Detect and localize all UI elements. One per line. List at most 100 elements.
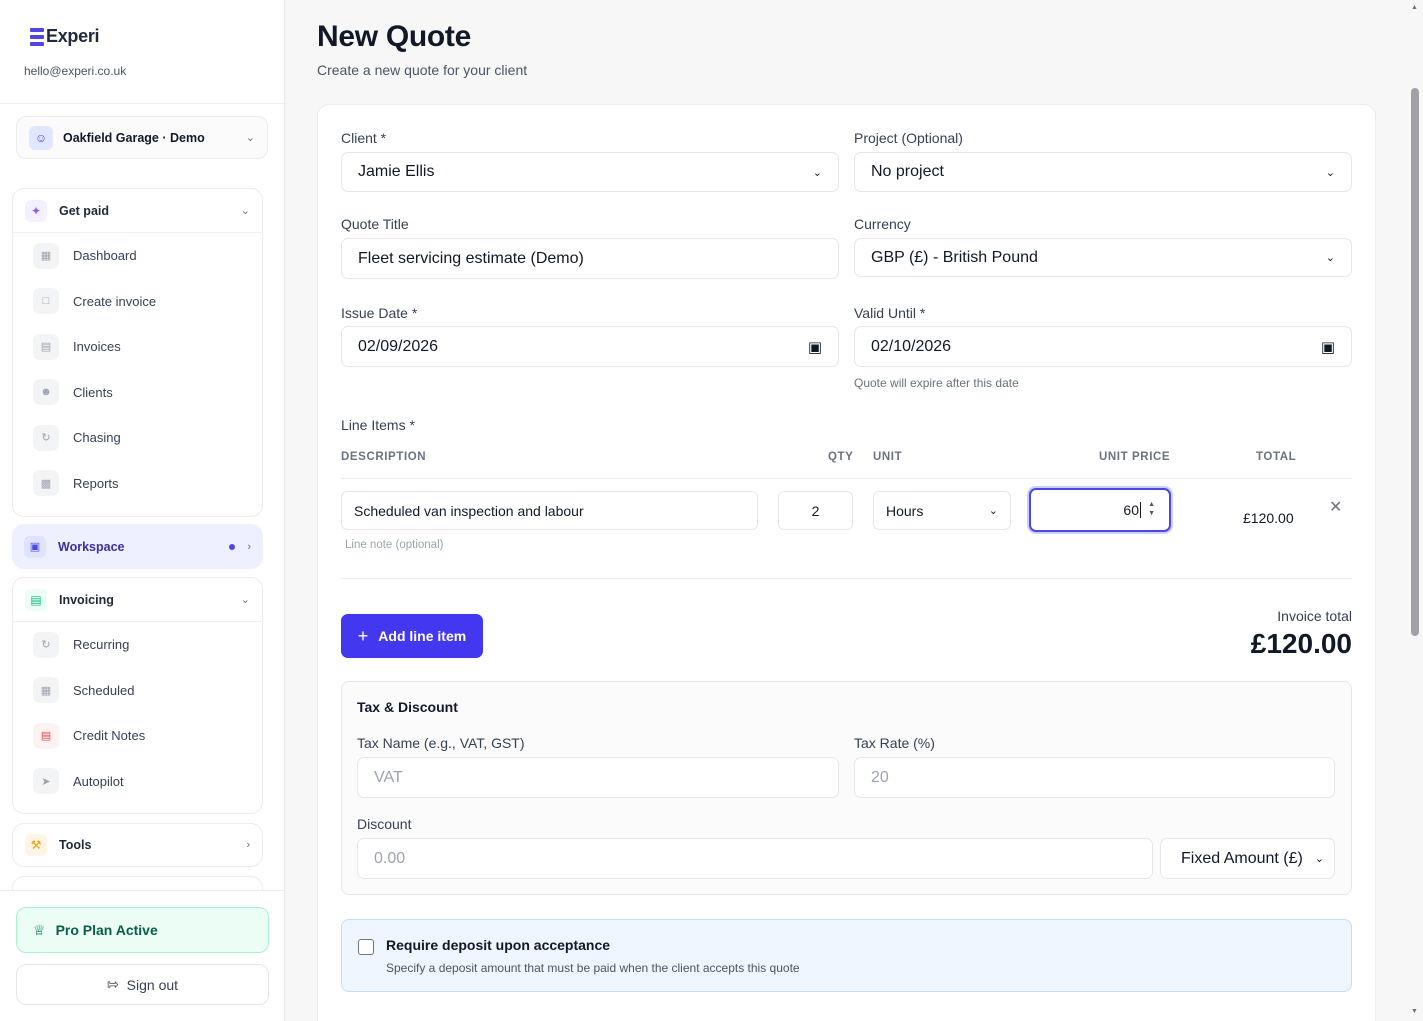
sidebar-item-credit-notes[interactable]: ▤ Credit Notes [13, 713, 262, 759]
sidebar-item-dashboard[interactable]: ▦ Dashboard [13, 233, 262, 279]
sign-out-label: Sign out [126, 976, 179, 993]
scrollbar-thumb[interactable] [1411, 88, 1419, 636]
client-select[interactable]: Jamie Ellis ⌄ [341, 152, 839, 192]
wrench-icon: ⚒ [25, 834, 47, 856]
user-icon: ☺ [29, 125, 53, 150]
add-line-item-button[interactable]: + Add line item [341, 614, 483, 658]
column-header-unit: UNIT [873, 451, 903, 463]
tax-name-label: Tax Name (e.g., VAT, GST) [357, 735, 525, 751]
org-switcher[interactable]: ☺ Oakfield Garage · Demo ⌄ [16, 116, 268, 159]
nav-group-get-paid: ✦ Get paid ⌄ ▦ Dashboard □ Create invoic… [12, 188, 263, 517]
sparkle-icon: ✦ [25, 199, 47, 222]
pro-plan-label: Pro Plan Active [55, 922, 158, 938]
document-icon: ▤ [25, 588, 47, 611]
calendar-icon[interactable]: ▣ [1321, 338, 1335, 356]
add-line-item-label: Add line item [378, 628, 467, 644]
currency-select[interactable]: GBP (£) - British Pound ⌄ [854, 238, 1352, 277]
discount-type-select[interactable]: Fixed Amount (£) ⌄ [1160, 838, 1335, 879]
chevron-down-icon: ⌄ [240, 205, 250, 217]
page-title: New Quote [317, 20, 471, 53]
chevron-right-icon: › [246, 839, 250, 851]
invoice-total-value: £120.00 [1250, 628, 1352, 659]
tax-discount-title: Tax & Discount [357, 699, 458, 715]
sidebar-item-create-invoice[interactable]: □ Create invoice [13, 279, 262, 325]
sign-out-icon: ⇰ [106, 976, 119, 992]
sidebar-item-workspace[interactable]: ▣ Workspace › [12, 524, 263, 569]
credit-note-icon: ▤ [33, 722, 59, 749]
tax-rate-label: Tax Rate (%) [854, 735, 935, 751]
currency-value: GBP (£) - British Pound [871, 248, 1038, 266]
line-unit-select[interactable]: Hours ⌄ [873, 491, 1011, 530]
calendar-icon[interactable]: ▣ [808, 338, 822, 356]
rocket-icon: ➤ [33, 768, 59, 795]
account-email: hello@experi.co.uk [24, 64, 127, 78]
sidebar-item-autopilot[interactable]: ➤ Autopilot [13, 759, 262, 805]
divider [0, 103, 284, 104]
folder-icon: ▣ [24, 535, 46, 558]
sidebar-item-label: Credit Notes [73, 728, 146, 744]
line-qty-input[interactable]: 2 [778, 491, 853, 530]
tax-name-input[interactable]: VAT [357, 757, 839, 798]
quote-title-label: Quote Title [341, 216, 409, 232]
refresh-icon: ↻ [33, 631, 59, 658]
nav-group-header-get-paid[interactable]: ✦ Get paid ⌄ [13, 189, 262, 233]
scroll-up-icon[interactable]: ▲ [1411, 4, 1418, 11]
column-header-description: DESCRIPTION [341, 451, 427, 463]
nav-group-invoicing: ▤ Invoicing ⌄ ↻ Recurring ▦ Scheduled ▤ … [12, 577, 263, 814]
sidebar-item-label: Invoices [73, 339, 121, 355]
valid-until-hint: Quote will expire after this date [854, 376, 1019, 390]
project-select[interactable]: No project ⌄ [854, 152, 1352, 192]
line-unit-value: Hours [886, 502, 924, 519]
issue-date-input[interactable]: 02/09/2026 ▣ [341, 326, 839, 367]
nav-group-tools[interactable]: ⚒ Tools › [12, 823, 263, 867]
pro-plan-badge[interactable]: ♕ Pro Plan Active [16, 907, 269, 953]
brand-logo[interactable]: Experi [30, 26, 100, 47]
currency-label: Currency [854, 216, 911, 232]
number-spinner-icon[interactable]: ▲ ▼ [1148, 500, 1155, 518]
sidebar: Experi hello@experi.co.uk ☺ Oakfield Gar… [0, 0, 285, 1021]
line-note-input[interactable]: Line note (optional) [345, 539, 443, 551]
line-description-value: Scheduled van inspection and labour [354, 502, 584, 519]
invoice-total-label: Invoice total [1277, 608, 1352, 624]
workspace-label: Workspace [58, 539, 125, 554]
issue-date-label: Issue Date * [341, 305, 418, 321]
sidebar-item-invoices[interactable]: ▤ Invoices [13, 324, 262, 370]
nav-group-label: Invoicing [59, 592, 114, 607]
quote-title-input[interactable]: Fleet servicing estimate (Demo) [341, 238, 839, 279]
sign-out-button[interactable]: ⇰ Sign out [16, 964, 269, 1005]
chevron-down-icon: ⌄ [1325, 252, 1335, 264]
line-description-input[interactable]: Scheduled van inspection and labour [341, 491, 758, 530]
discount-input[interactable]: 0.00 [357, 838, 1153, 879]
page-scrollbar[interactable]: ▲ ▼ [1408, 0, 1423, 1021]
sidebar-item-label: Clients [73, 384, 113, 400]
client-label: Client * [341, 130, 387, 146]
column-header-unit-price: UNIT PRICE [1099, 451, 1171, 463]
sidebar-item-label: Create invoice [73, 293, 157, 309]
line-qty-value: 2 [811, 502, 820, 519]
require-deposit-checkbox[interactable] [358, 939, 374, 955]
sidebar-item-label: Scheduled [73, 682, 135, 698]
scroll-down-icon[interactable]: ▼ [1411, 1008, 1418, 1015]
sidebar-item-chasing[interactable]: ↻ Chasing [13, 415, 262, 461]
nav-group-header-invoicing[interactable]: ▤ Invoicing ⌄ [13, 578, 262, 622]
discount-label: Discount [357, 816, 412, 832]
sidebar-item-scheduled[interactable]: ▦ Scheduled [13, 668, 262, 714]
quote-title-value: Fleet servicing estimate (Demo) [358, 249, 584, 267]
valid-until-input[interactable]: 02/10/2026 ▣ [854, 326, 1352, 367]
chevron-down-icon: ⌄ [988, 505, 998, 517]
line-items-divider [341, 578, 1352, 579]
discount-placeholder: 0.00 [374, 849, 406, 867]
sidebar-item-clients[interactable]: ☻ Clients [13, 370, 262, 416]
chevron-down-icon: ⌄ [1325, 166, 1335, 179]
chevron-down-icon: ⌄ [245, 132, 255, 144]
column-header-total: TOTAL [1256, 451, 1297, 463]
sidebar-item-recurring[interactable]: ↻ Recurring [13, 622, 262, 668]
valid-until-value: 02/10/2026 [871, 337, 952, 355]
plus-icon: + [357, 625, 369, 646]
remove-line-icon[interactable]: ✕ [1329, 497, 1342, 517]
users-icon: ☻ [33, 379, 59, 406]
line-items-label: Line Items * [341, 417, 415, 433]
tax-rate-input[interactable]: 20 [854, 757, 1335, 798]
line-unit-price-input[interactable]: 60 ▲ ▼ [1029, 488, 1171, 532]
sidebar-item-reports[interactable]: ▩ Reports [13, 461, 262, 507]
